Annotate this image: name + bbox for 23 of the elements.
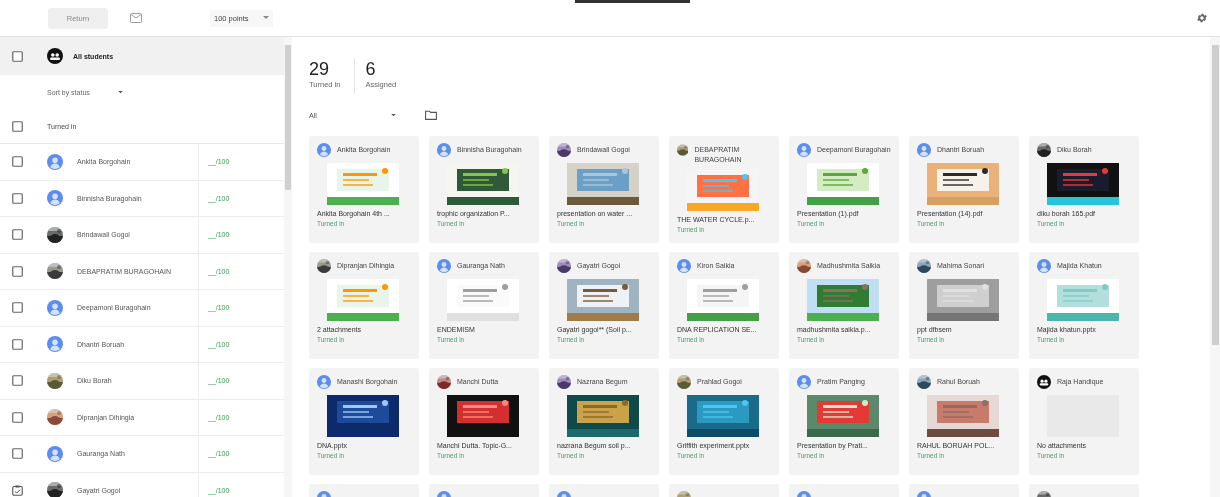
scrollbar[interactable] (284, 37, 292, 497)
checkbox[interactable] (12, 120, 23, 132)
checkbox[interactable] (12, 50, 23, 62)
caret-icon (391, 113, 396, 117)
folder-icon[interactable] (425, 110, 437, 120)
checkbox[interactable] (12, 229, 23, 241)
checkbox[interactable] (12, 338, 23, 350)
caret-icon (117, 90, 123, 94)
checkbox[interactable] (12, 156, 23, 168)
count: 29 (309, 59, 331, 79)
assignment-icon[interactable] (12, 484, 23, 496)
checkbox[interactable] (12, 411, 23, 423)
mail-icon[interactable] (130, 13, 142, 23)
count: 6 (365, 59, 377, 79)
checkbox[interactable] (12, 375, 23, 387)
caret-icon (262, 16, 269, 20)
checkbox[interactable] (12, 448, 23, 460)
checkbox[interactable] (12, 192, 23, 204)
checkbox[interactable] (12, 265, 23, 277)
scrollbar[interactable] (1210, 37, 1220, 497)
group-icon (47, 48, 63, 64)
settings-icon[interactable] (1196, 12, 1208, 24)
checkbox[interactable] (12, 302, 23, 314)
